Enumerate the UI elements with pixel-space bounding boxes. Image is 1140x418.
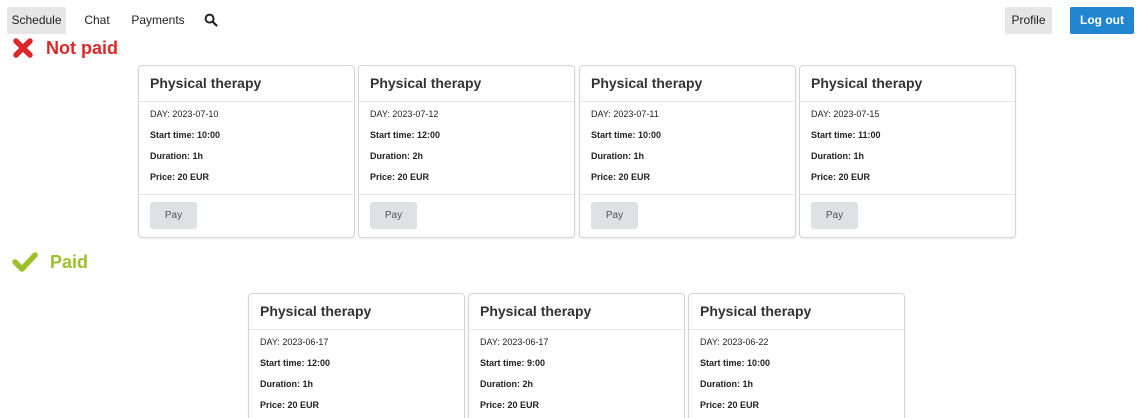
card-price: Price: 20 EUR	[480, 400, 540, 410]
card-price: Price: 20 EUR	[591, 172, 651, 182]
not-paid-header: Not paid	[12, 37, 118, 59]
card-duration: Duration: 1h	[260, 379, 313, 389]
top-nav: Schedule Chat Payments Profile Log out	[0, 0, 1140, 40]
card-duration: Duration: 1h	[811, 151, 864, 161]
pay-button[interactable]: Pay	[811, 202, 858, 229]
card-day: DAY: 2023-06-17	[260, 337, 329, 347]
card-duration: Duration: 1h	[700, 379, 753, 389]
card-start-time: Start time: 10:00	[150, 130, 221, 140]
card-title: Physical therapy	[359, 66, 574, 102]
tab-chat[interactable]: Chat	[77, 7, 117, 34]
paid-appointment-card: Physical therapy DAY: 2023-06-22 Start t…	[688, 293, 905, 418]
card-price: Price: 20 EUR	[150, 172, 210, 182]
card-day: DAY: 2023-06-17	[480, 337, 549, 347]
card-title: Physical therapy	[689, 294, 904, 330]
card-duration: Duration: 2h	[370, 151, 423, 161]
card-start-time: Start time: 9:00	[480, 358, 546, 368]
card-price: Price: 20 EUR	[700, 400, 760, 410]
profile-button[interactable]: Profile	[1005, 7, 1052, 34]
card-title: Physical therapy	[800, 66, 1015, 102]
card-duration: Duration: 1h	[150, 151, 203, 161]
card-start-time: Start time: 12:00	[370, 130, 441, 140]
card-day: DAY: 2023-07-12	[370, 109, 439, 119]
card-start-time: Start time: 10:00	[700, 358, 771, 368]
not-paid-label: Not paid	[46, 37, 118, 58]
card-start-time: Start time: 12:00	[260, 358, 331, 368]
card-day: DAY: 2023-06-22	[700, 337, 769, 347]
card-title: Physical therapy	[249, 294, 464, 330]
card-title: Physical therapy	[580, 66, 795, 102]
pay-button[interactable]: Pay	[150, 202, 197, 229]
card-day: DAY: 2023-07-11	[591, 109, 659, 119]
paid-header: Paid	[12, 251, 88, 273]
card-price: Price: 20 EUR	[811, 172, 871, 182]
unpaid-appointment-card: Physical therapy DAY: 2023-07-15 Start t…	[799, 65, 1016, 238]
paid-appointment-card: Physical therapy DAY: 2023-06-17 Start t…	[468, 293, 685, 418]
card-start-time: Start time: 10:00	[591, 130, 662, 140]
pay-button[interactable]: Pay	[370, 202, 417, 229]
logout-button[interactable]: Log out	[1070, 7, 1134, 34]
unpaid-appointment-card: Physical therapy DAY: 2023-07-10 Start t…	[138, 65, 355, 238]
card-price: Price: 20 EUR	[260, 400, 320, 410]
card-price: Price: 20 EUR	[370, 172, 430, 182]
paid-label: Paid	[50, 251, 89, 272]
checkmark-icon	[12, 252, 38, 272]
tab-schedule[interactable]: Schedule	[7, 7, 66, 34]
card-duration: Duration: 2h	[480, 379, 533, 389]
tab-payments[interactable]: Payments	[128, 7, 188, 34]
card-day: DAY: 2023-07-15	[811, 109, 880, 119]
unpaid-appointment-card: Physical therapy DAY: 2023-07-12 Start t…	[358, 65, 575, 238]
card-title: Physical therapy	[139, 66, 354, 102]
pay-button[interactable]: Pay	[591, 202, 638, 229]
card-start-time: Start time: 11:00	[811, 130, 881, 140]
unpaid-appointment-card: Physical therapy DAY: 2023-07-11 Start t…	[579, 65, 796, 238]
search-icon[interactable]	[200, 9, 222, 31]
paid-appointment-card: Physical therapy DAY: 2023-06-17 Start t…	[248, 293, 465, 418]
x-mark-icon	[13, 38, 33, 58]
card-day: DAY: 2023-07-10	[150, 109, 219, 119]
card-duration: Duration: 1h	[591, 151, 644, 161]
card-title: Physical therapy	[469, 294, 684, 330]
